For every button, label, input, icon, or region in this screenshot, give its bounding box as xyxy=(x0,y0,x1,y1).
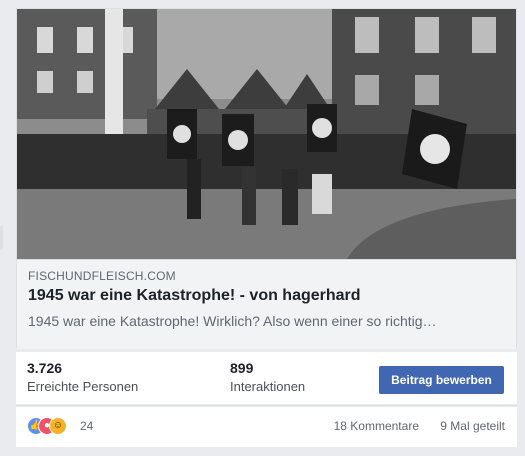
reach-value: 3.726 xyxy=(27,360,63,376)
link-description: 1945 war eine Katastrophe! Wirklich? Als… xyxy=(28,313,437,329)
comments-count[interactable]: 18 Kommentare xyxy=(334,419,419,433)
divider xyxy=(16,405,517,406)
facebook-post: FISCHUNDFLEISCH.COM 1945 war eine Katast… xyxy=(0,0,525,456)
shares-count[interactable]: 9 Mal geteilt xyxy=(440,419,505,433)
link-title[interactable]: 1945 war eine Katastrophe! - von hagerha… xyxy=(28,287,361,305)
historical-photo-illustration xyxy=(17,9,516,259)
reach-label: Erreichte Personen xyxy=(27,379,139,394)
side-panel-edge xyxy=(0,226,3,250)
post-insights: 3.726 Erreichte Personen 899 Interaktion… xyxy=(16,352,517,404)
boost-post-button[interactable]: Beitrag bewerben xyxy=(379,366,504,394)
link-domain: FISCHUNDFLEISCH.COM xyxy=(28,269,176,283)
haha-icon: ☺ xyxy=(49,417,67,435)
link-preview-image[interactable] xyxy=(17,9,516,259)
interactions-label: Interaktionen xyxy=(230,379,306,394)
interactions-stat: 899 Interaktionen xyxy=(230,360,305,394)
link-meta[interactable]: FISCHUNDFLEISCH.COM 1945 war eine Katast… xyxy=(17,259,516,349)
reactions-bar: 👍 ● ☺ 24 18 Kommentare 9 Mal geteilt xyxy=(16,407,517,447)
interactions-value: 899 xyxy=(230,360,254,376)
reach-stat: 3.726 Erreichte Personen xyxy=(27,360,138,394)
link-preview-card[interactable]: FISCHUNDFLEISCH.COM 1945 war eine Katast… xyxy=(16,8,517,349)
reaction-count[interactable]: 24 xyxy=(80,419,93,433)
